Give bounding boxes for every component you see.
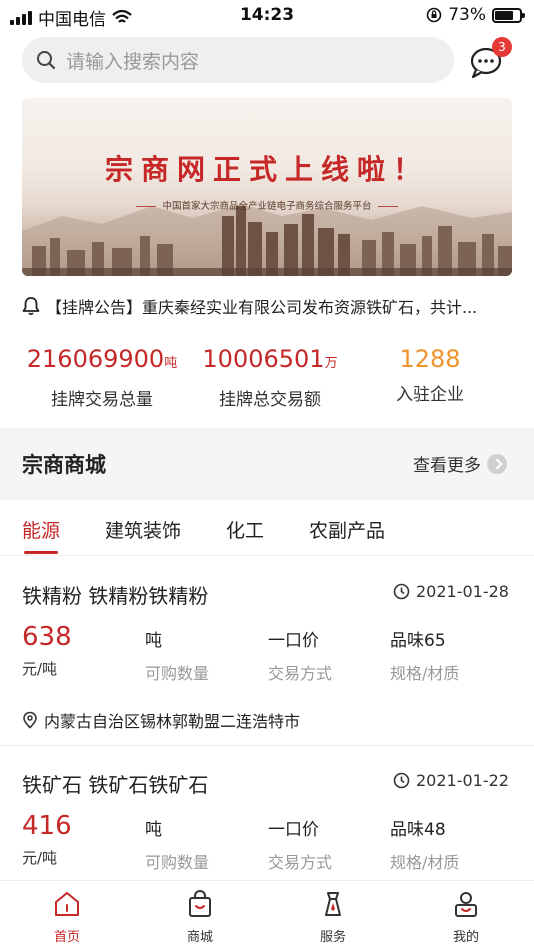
stat-label: 入驻企业 — [396, 385, 464, 405]
view-more-label: 查看更多 — [413, 456, 481, 476]
search-bar[interactable]: 请输入搜索内容 — [22, 37, 454, 83]
rotation-lock-icon — [426, 7, 442, 23]
card-divider — [0, 745, 534, 746]
tab-chemical[interactable]: 化工 — [226, 516, 264, 543]
battery-icon — [492, 7, 525, 23]
stat-label: 挂牌交易总量 — [51, 390, 153, 410]
search-icon — [37, 51, 56, 70]
chevron-right-icon — [487, 453, 507, 474]
announcement-bar[interactable]: 【挂牌公告】重庆秦经实业有限公司发布资源铁矿石，共计... — [22, 292, 512, 320]
quantity-cell: 吨可购数量 — [145, 631, 210, 683]
product-title: 铁精粉 铁精粉铁精粉 — [22, 584, 209, 608]
status-right: 73% — [426, 5, 525, 25]
nav-label: 服务 — [319, 930, 346, 945]
product-price: 416 — [22, 811, 72, 841]
stat-value: 1288 — [399, 345, 461, 373]
stat-total-volume: 216069900吨 挂牌交易总量 — [22, 343, 182, 410]
view-more-link[interactable]: 查看更多 — [413, 451, 507, 476]
stat-enterprises: 1288 入驻企业 — [370, 343, 490, 405]
stat-total-amount: 10006501万 挂牌总交易额 — [195, 343, 345, 410]
product-location: 内蒙古自治区锡林郭勒盟二连浩特市 — [22, 708, 300, 732]
search-placeholder: 请输入搜索内容 — [66, 50, 200, 73]
stat-label: 挂牌总交易额 — [219, 390, 321, 410]
stat-value: 216069900吨 — [26, 345, 178, 373]
quantity-cell: 吨可购数量 — [145, 820, 210, 872]
tab-building-decoration[interactable]: 建筑装饰 — [105, 516, 181, 543]
trade-method-cell: 一口价 交易方式 — [268, 631, 333, 683]
product-price: 638 — [22, 622, 72, 652]
battery-percent: 73% — [448, 5, 486, 25]
product-card[interactable]: 铁矿石 铁矿石铁矿石 2021-01-22 416 元/吨 吨可购数量 一口价交… — [0, 769, 534, 879]
spec-cell: 品味65 规格/材质 — [390, 631, 460, 683]
trade-method-cell: 一口价 交易方式 — [268, 820, 333, 872]
active-tab-indicator — [24, 551, 58, 554]
city-skyline-image — [22, 204, 512, 276]
mall-section-title: 宗商商城 — [22, 453, 106, 477]
clock-icon — [393, 772, 410, 789]
product-title: 铁矿石 铁矿石铁矿石 — [22, 773, 209, 797]
home-icon — [55, 892, 79, 916]
category-tabs: 能源 建筑装饰 化工 农副产品 — [0, 500, 534, 556]
nav-home[interactable]: 首页 — [7, 881, 127, 950]
bottom-navigation: 首页 商城 服务 我的 — [0, 880, 534, 950]
product-date: 2021-01-28 — [393, 582, 509, 601]
nav-label: 首页 — [53, 930, 80, 945]
bell-icon — [22, 297, 40, 316]
service-icon — [325, 892, 341, 916]
price-unit: 元/吨 — [22, 660, 58, 678]
promo-banner[interactable]: 宗商网正式上线啦！ 中国首家大宗商品全产业链电子商务综合服务平台 — [22, 98, 512, 276]
tab-agricultural-products[interactable]: 农副产品 — [309, 516, 385, 543]
nav-label: 商城 — [186, 930, 213, 945]
profile-icon — [455, 892, 477, 917]
status-bar: 中国电信 14:23 73% — [0, 0, 534, 32]
tab-energy[interactable]: 能源 — [22, 516, 60, 543]
nav-mall[interactable]: 商城 — [140, 881, 260, 950]
spec-cell: 品味48 规格/材质 — [390, 820, 460, 872]
announcement-text: 【挂牌公告】重庆秦经实业有限公司发布资源铁矿石，共计... — [46, 298, 478, 317]
nav-service[interactable]: 服务 — [273, 881, 393, 950]
nav-profile[interactable]: 我的 — [406, 881, 526, 950]
product-card[interactable]: 铁精粉 铁精粉铁精粉 2021-01-28 638 元/吨 吨可购数量 一口价交… — [0, 580, 534, 745]
location-pin-icon — [23, 711, 37, 729]
price-unit: 元/吨 — [22, 849, 58, 867]
nav-label: 我的 — [452, 930, 479, 945]
banner-title: 宗商网正式上线啦！ — [104, 153, 429, 186]
shopping-bag-icon — [189, 890, 211, 917]
banner-subtitle: 中国首家大宗商品全产业链电子商务综合服务平台 — [22, 198, 512, 212]
clock-icon — [393, 583, 410, 600]
stat-value: 10006501万 — [202, 345, 338, 373]
message-badge: 3 — [492, 37, 512, 57]
product-date: 2021-01-22 — [393, 771, 509, 790]
